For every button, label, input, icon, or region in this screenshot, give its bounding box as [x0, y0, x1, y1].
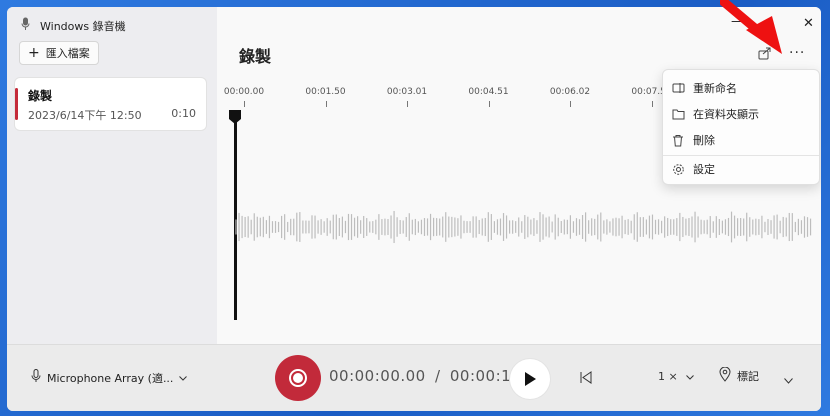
menu-item-show-in-folder[interactable]: 在資料夾顯示 [663, 102, 819, 126]
tick-label: 00:00.00 [223, 87, 265, 97]
current-time: 00:00:00.00 [329, 367, 426, 385]
rename-icon [663, 82, 693, 94]
tick-label: 00:01.50 [305, 87, 346, 97]
menu-label-delete: 刪除 [693, 134, 715, 147]
add-marker-button[interactable]: 標記 [719, 366, 759, 385]
app-mic-icon [21, 16, 30, 35]
recording-title: 錄製 [239, 47, 272, 66]
tick-label: 00:04.51 [468, 87, 509, 97]
recording-duration: 0:10 [171, 107, 196, 120]
title-bar: Windows 錄音機 [21, 16, 126, 35]
speed-label: 1 × [658, 370, 678, 383]
tick-mark [244, 101, 245, 107]
menu-separator [663, 155, 819, 156]
time-separator: / [435, 367, 441, 385]
tick-mark [407, 101, 408, 107]
menu-item-rename[interactable]: 重新命名 [663, 76, 819, 100]
recording-list-item[interactable]: 錄製 2023/6/14下午 12:50 0:10 [15, 78, 206, 130]
skip-back-icon[interactable] [580, 369, 592, 388]
menu-label-rename: 重新命名 [693, 82, 737, 95]
play-icon [524, 371, 537, 391]
chevron-down-icon [686, 370, 695, 383]
close-button[interactable]: ✕ [803, 16, 814, 31]
microphone-selector[interactable]: Microphone Array (適... [31, 369, 188, 386]
context-menu: 重新命名 在資料夾顯示 刪除 設定 [662, 69, 820, 185]
selection-indicator [15, 88, 18, 120]
tick-mark [325, 101, 327, 107]
recording-date: 2023/6/14下午 12:50 [28, 109, 142, 122]
tick-mark [488, 101, 490, 107]
tick-mark [570, 101, 571, 107]
playback-bar: Microphone Array (適... 00:00:00.00 / 00:… [7, 344, 821, 411]
plus-icon: + [28, 45, 40, 61]
recording-name: 錄製 [28, 89, 53, 103]
import-file-button[interactable]: + 匯入檔案 [19, 41, 99, 65]
gear-icon [663, 163, 693, 176]
tick-mark [651, 101, 653, 107]
menu-item-delete[interactable]: 刪除 [663, 128, 819, 152]
record-button[interactable] [275, 355, 321, 401]
chevron-down-icon [179, 371, 188, 384]
record-dot-icon [293, 373, 303, 383]
play-button[interactable] [510, 359, 550, 399]
menu-item-settings[interactable]: 設定 [663, 157, 819, 181]
tick-label: 00:06.02 [549, 87, 591, 97]
folder-icon [663, 108, 693, 120]
annotation-arrow-icon [719, 0, 795, 64]
time-display: 00:00:00.00 / 00:00:10 [329, 367, 521, 385]
app-window: Windows 錄音機 + 匯入檔案 錄製 2023/6/14下午 12:50 … [7, 7, 821, 411]
sidebar: Windows 錄音機 + 匯入檔案 錄製 2023/6/14下午 12:50 … [7, 7, 217, 344]
menu-label-settings: 設定 [693, 163, 715, 176]
tick-label: 00:03.01 [386, 87, 428, 97]
app-title: Windows 錄音機 [40, 19, 126, 33]
waveform[interactable] [235, 197, 813, 257]
import-label: 匯入檔案 [45, 47, 90, 60]
menu-label-show-in-folder: 在資料夾顯示 [693, 108, 759, 121]
playback-speed-selector[interactable]: 1 × [658, 370, 695, 383]
microphone-icon [31, 369, 41, 386]
trash-icon [663, 134, 693, 147]
chevron-down-icon[interactable] [784, 369, 793, 388]
location-pin-icon [719, 366, 731, 385]
marker-label: 標記 [737, 370, 759, 383]
microphone-label: Microphone Array (適... [47, 371, 174, 385]
